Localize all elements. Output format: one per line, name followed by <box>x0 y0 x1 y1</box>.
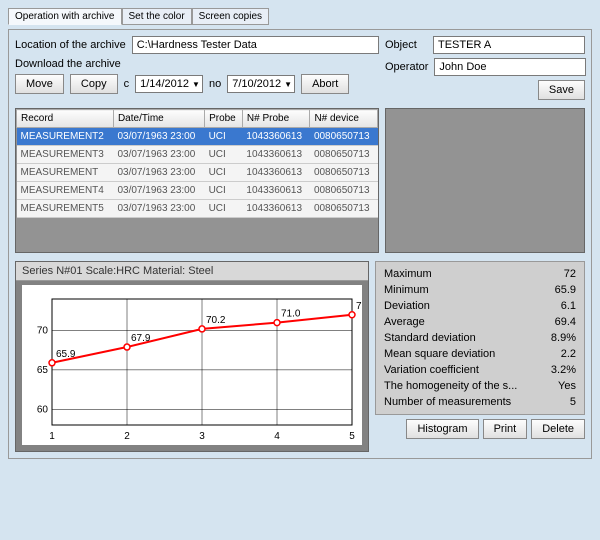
operator-input[interactable] <box>434 58 586 76</box>
stat-average-v: 69.4 <box>555 316 576 328</box>
delete-button[interactable]: Delete <box>531 419 585 439</box>
move-button[interactable]: Move <box>15 74 64 94</box>
chevron-down-icon: ▼ <box>284 80 292 89</box>
stat-nmeas-v: 5 <box>570 396 576 408</box>
tab-color[interactable]: Set the color <box>122 8 192 25</box>
abort-button[interactable]: Abort <box>301 74 349 94</box>
stat-varcoef-k: Variation coefficient <box>384 364 479 376</box>
svg-text:1: 1 <box>49 431 55 442</box>
stats-panel: Maximum 72 Minimum 65.9 Deviation 6.1 Avera… <box>375 261 585 415</box>
tab-screen[interactable]: Screen copies <box>192 8 269 25</box>
stat-stddev-k: Standard deviation <box>384 332 476 344</box>
preview-panel <box>385 108 585 253</box>
stat-msd-k: Mean square deviation <box>384 348 495 360</box>
date-to-combo[interactable]: 7/10/2012▼ <box>227 75 295 93</box>
svg-text:67.9: 67.9 <box>131 333 151 344</box>
col-datetime[interactable]: Date/Time <box>113 110 204 128</box>
svg-text:5: 5 <box>349 431 355 442</box>
stat-deviation-v: 6.1 <box>561 300 576 312</box>
chart-box: Series N#01 Scale:HRC Material: Steel 1 2… <box>15 261 369 452</box>
table-row[interactable]: MEASUREMENT403/07/1963 23:00UCI104336061… <box>17 182 378 200</box>
svg-text:72.0: 72.0 <box>356 301 362 312</box>
archive-panel: Location of the archive Download the arc… <box>8 29 592 459</box>
svg-text:65: 65 <box>37 365 49 376</box>
chevron-down-icon: ▼ <box>192 80 200 89</box>
stat-varcoef-v: 3.2% <box>551 364 576 376</box>
col-probe[interactable]: Probe <box>205 110 243 128</box>
svg-text:4: 4 <box>274 431 280 442</box>
tab-archive[interactable]: Operation with archive <box>8 8 122 25</box>
svg-text:3: 3 <box>199 431 205 442</box>
stat-deviation-k: Deviation <box>384 300 430 312</box>
svg-text:70: 70 <box>37 326 49 337</box>
stat-minimum-v: 65.9 <box>555 284 576 296</box>
table-row[interactable]: MEASUREMENT203/07/1963 23:00UCI104336061… <box>17 128 378 146</box>
svg-text:60: 60 <box>37 404 49 415</box>
to-sep: no <box>209 78 221 90</box>
tab-bar: Operation with archive Set the color Scr… <box>8 8 592 25</box>
stat-homog-k: The homogeneity of the s... <box>384 380 517 392</box>
stat-msd-v: 2.2 <box>561 348 576 360</box>
col-record[interactable]: Record <box>17 110 114 128</box>
stat-minimum-k: Minimum <box>384 284 429 296</box>
location-label: Location of the archive <box>15 39 126 51</box>
stat-stddev-v: 8.9% <box>551 332 576 344</box>
object-input[interactable] <box>433 36 585 54</box>
col-nprobe[interactable]: N# Probe <box>242 110 310 128</box>
from-sep: с <box>124 78 130 90</box>
stat-maximum-k: Maximum <box>384 268 432 280</box>
stat-maximum-v: 72 <box>564 268 576 280</box>
chart-canvas: 1 2 3 4 5 60 65 70 65.9 67.9 70.2 71.0 72.0 <box>22 285 362 445</box>
object-label: Object <box>385 39 427 51</box>
histogram-button[interactable]: Histogram <box>406 419 478 439</box>
print-button[interactable]: Print <box>483 419 528 439</box>
records-grid[interactable]: Record Date/Time Probe N# Probe N# devic… <box>15 108 379 253</box>
svg-text:2: 2 <box>124 431 130 442</box>
table-row[interactable]: MEASUREMENT303/07/1963 23:00UCI104336061… <box>17 146 378 164</box>
table-row[interactable]: MEASUREMENT503/07/1963 23:00UCI104336061… <box>17 200 378 218</box>
svg-text:65.9: 65.9 <box>56 349 76 360</box>
stat-average-k: Average <box>384 316 425 328</box>
download-label: Download the archive <box>15 58 121 70</box>
operator-label: Operator <box>385 61 428 73</box>
stat-homog-v: Yes <box>558 380 576 392</box>
col-ndevice[interactable]: N# device <box>310 110 378 128</box>
date-from-combo[interactable]: 1/14/2012▼ <box>135 75 203 93</box>
save-button[interactable]: Save <box>538 80 585 100</box>
chart-title: Series N#01 Scale:HRC Material: Steel <box>16 262 368 281</box>
location-input[interactable] <box>132 36 379 54</box>
table-row[interactable]: MEASUREMENT03/07/1963 23:00UCI1043360613… <box>17 164 378 182</box>
copy-button[interactable]: Copy <box>70 74 118 94</box>
stat-nmeas-k: Number of measurements <box>384 396 511 408</box>
svg-text:71.0: 71.0 <box>281 309 301 320</box>
svg-text:70.2: 70.2 <box>206 315 226 326</box>
